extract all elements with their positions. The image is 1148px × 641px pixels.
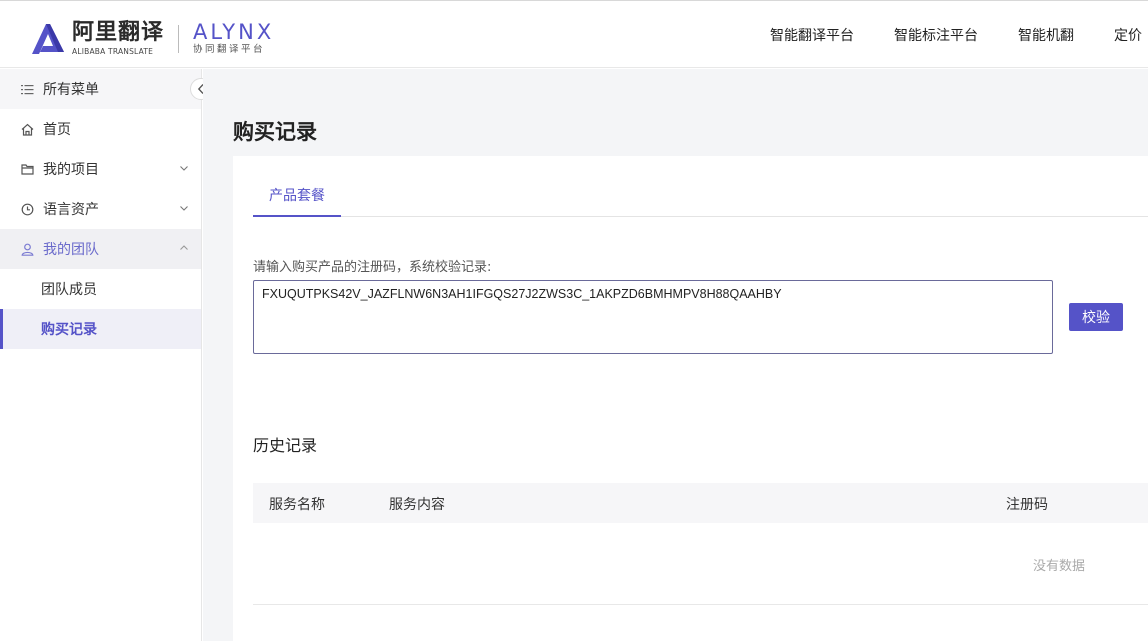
sidebar: 所有菜单 首页 我的项目 语言资产 我的团队 团队成员 购买记录 <box>0 69 202 641</box>
folder-icon <box>20 162 34 176</box>
sidebar-item-language-assets[interactable]: 语言资产 <box>0 189 201 229</box>
chevron-down-icon <box>180 166 188 171</box>
sidebar-item-label: 购买记录 <box>41 322 97 338</box>
clock-icon <box>20 202 34 216</box>
sidebar-item-my-team[interactable]: 我的团队 <box>0 229 201 269</box>
history-table-header: 服务名称 服务内容 注册码 <box>253 483 1148 523</box>
history-table-body: 没有数据 <box>253 523 1148 605</box>
sidebar-item-label: 团队成员 <box>41 282 97 298</box>
alynx-logo-text: ALYNX <box>193 20 275 44</box>
registration-code-label: 请输入购买产品的注册码，系统校验记录: <box>253 260 492 275</box>
sidebar-item-label: 首页 <box>43 122 71 138</box>
tab-product-package[interactable]: 产品套餐 <box>253 184 341 217</box>
sidebar-item-label: 我的项目 <box>43 162 99 178</box>
page-title: 购买记录 <box>233 120 317 144</box>
nav-smart-translation[interactable]: 智能翻译平台 <box>770 25 854 45</box>
user-icon <box>20 242 34 256</box>
sidebar-item-team-members[interactable]: 团队成员 <box>0 269 201 309</box>
alynx-subtitle: 协同翻译平台 <box>193 44 266 55</box>
history-title: 历史记录 <box>253 436 318 455</box>
column-registration-code: 注册码 <box>1006 497 1048 513</box>
sidebar-item-label: 所有菜单 <box>43 82 99 98</box>
top-header: 阿里翻译 ALIBABA TRANSLATE ALYNX 协同翻译平台 智能翻译… <box>0 0 1148 68</box>
sidebar-item-all-menu[interactable]: 所有菜单 <box>0 69 201 109</box>
column-service-content: 服务内容 <box>389 497 445 513</box>
sidebar-item-label: 我的团队 <box>43 242 99 258</box>
sidebar-item-purchase-records[interactable]: 购买记录 <box>0 309 201 349</box>
sidebar-item-home[interactable]: 首页 <box>0 109 201 149</box>
main-content: 购买记录 产品套餐 请输入购买产品的注册码，系统校验记录: FXUQUTPKS4… <box>203 69 1148 641</box>
nav-pricing[interactable]: 定价 <box>1114 25 1142 45</box>
home-icon <box>20 122 34 136</box>
nav-machine-translation[interactable]: 智能机翻 <box>1018 25 1074 45</box>
tab-bar: 产品套餐 <box>253 184 1148 217</box>
column-service-name: 服务名称 <box>269 497 325 513</box>
brand-name-en: ALIBABA TRANSLATE <box>72 47 154 56</box>
sidebar-item-my-projects[interactable]: 我的项目 <box>0 149 201 189</box>
chevron-down-icon <box>180 206 188 211</box>
sidebar-item-label: 语言资产 <box>43 202 99 218</box>
list-icon <box>20 82 34 96</box>
nav-smart-annotation[interactable]: 智能标注平台 <box>894 25 978 45</box>
registration-code-input[interactable]: FXUQUTPKS42V_JAZFLNW6N3AH1IFGQS27J2ZWS3C… <box>253 280 1053 354</box>
logo[interactable]: 阿里翻译 ALIBABA TRANSLATE ALYNX 协同翻译平台 <box>30 21 274 57</box>
empty-state-text: 没有数据 <box>1033 559 1086 574</box>
verify-button[interactable]: 校验 <box>1069 303 1123 331</box>
chevron-up-icon <box>180 245 188 250</box>
content-card: 产品套餐 请输入购买产品的注册码，系统校验记录: FXUQUTPKS42V_JA… <box>233 156 1148 641</box>
brand-name: 阿里翻译 <box>72 20 165 45</box>
alibaba-translate-logo-icon <box>32 24 64 54</box>
logo-divider <box>178 25 180 53</box>
top-nav: 智能翻译平台 智能标注平台 智能机翻 定价 <box>770 1 1142 69</box>
